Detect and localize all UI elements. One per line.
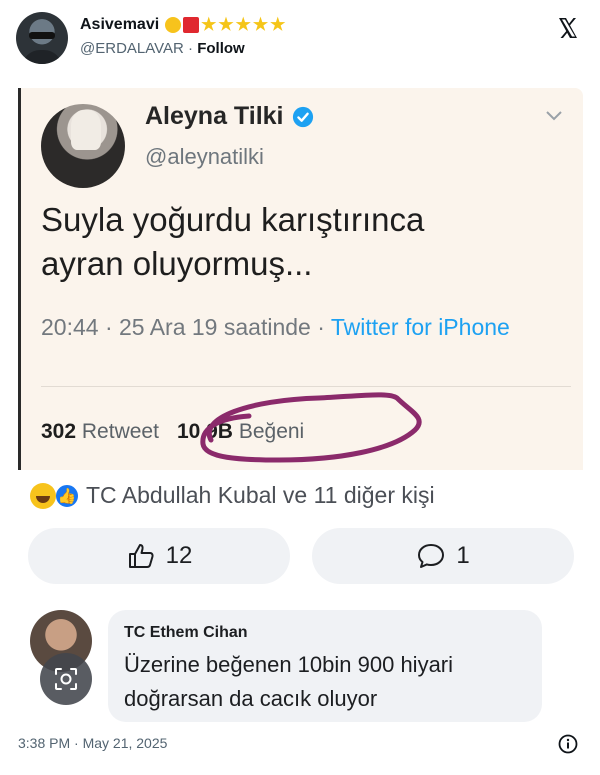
hand-drawn-circle-annotation <box>200 392 422 463</box>
comment-bubble-icon <box>418 544 445 568</box>
lens-button[interactable] <box>40 653 92 705</box>
star-icon: ★ <box>235 15 251 34</box>
author-avatar[interactable] <box>16 12 68 64</box>
retweet-label: Retweet <box>81 420 159 443</box>
tweet-header: Asivemavi ★ ★ ★ ★ ★ @ERDALAVAR · Follow <box>16 10 584 70</box>
like-count: 12 <box>165 542 193 569</box>
like-button[interactable]: 12 <box>28 528 290 584</box>
info-icon[interactable] <box>558 734 578 754</box>
reaction-summary-text: TC Abdullah Kubal ve 11 diğer kişi <box>86 482 435 508</box>
embedded-screenshot[interactable]: Aleyna Tilki @aleynatilki Suyla yoğurdu … <box>18 88 583 722</box>
like-thumb-icon <box>128 544 154 568</box>
author-name-row[interactable]: Asivemavi ★ ★ ★ ★ ★ <box>80 16 285 34</box>
reaction-summary[interactable]: 👍 TC Abdullah Kubal ve 11 diğer kişi <box>30 482 435 509</box>
comment-text-line: Üzerine beğenen 10bin 900 hiyari <box>124 652 454 677</box>
inner-author-handle: @aleynatilki <box>145 144 264 169</box>
like-reaction-icon: 👍 <box>54 482 80 509</box>
name-emoji-badges: ★ ★ ★ ★ ★ <box>165 15 286 34</box>
inner-tweet-time: 20:44 · 25 Ara 19 saatinde · <box>41 314 331 340</box>
comment-button[interactable]: 1 <box>312 528 574 584</box>
star-icon: ★ <box>218 15 234 34</box>
tweet-timestamp[interactable]: 3:38 PM · May 21, 2025 <box>18 735 167 751</box>
red-square-icon <box>183 17 200 33</box>
handle-separator: · <box>183 40 198 57</box>
follow-button[interactable]: Follow <box>197 40 245 57</box>
inner-author-name-row: Aleyna Tilki <box>145 102 314 131</box>
author-handle-row: @ERDALAVAR · Follow <box>80 40 245 57</box>
inner-tweet-meta: 20:44 · 25 Ara 19 saatinde · Twitter for… <box>41 310 561 344</box>
inner-author-name: Aleyna Tilki <box>145 102 284 130</box>
inner-tweet-text-line: Suyla yoğurdu karıştırınca <box>41 201 425 238</box>
haha-reaction-icon <box>30 482 56 509</box>
inner-tweet-text: Suyla yoğurdu karıştırınca ayran oluyorm… <box>41 198 561 286</box>
retweet-stat: 302 Retweet <box>41 420 159 444</box>
verified-badge-icon <box>292 106 313 127</box>
comment-text: Üzerine beğenen 10bin 900 hiyari doğrars… <box>124 648 526 716</box>
x-logo-icon[interactable] <box>556 16 580 40</box>
chevron-down-icon <box>546 111 562 121</box>
comment-text-line: doğrarsan da cacık oluyor <box>124 686 378 711</box>
author-name[interactable]: Asivemavi <box>80 16 159 34</box>
star-icon: ★ <box>270 15 286 34</box>
inner-tweet-text-line: ayran oluyormuş... <box>41 245 313 282</box>
retweet-count: 302 <box>41 420 77 443</box>
inner-tweet-source: Twitter for iPhone <box>330 314 510 340</box>
yellow-circle-icon <box>165 17 182 33</box>
inner-author-avatar <box>41 104 125 188</box>
star-icon: ★ <box>201 15 217 34</box>
star-icon: ★ <box>252 15 269 34</box>
comment-bubble: TC Ethem Cihan Üzerine beğenen 10bin 900… <box>108 610 542 722</box>
inner-tweet-card: Aleyna Tilki @aleynatilki Suyla yoğurdu … <box>18 88 583 470</box>
comment-count: 1 <box>456 542 470 569</box>
comment-author: TC Ethem Cihan <box>124 624 248 641</box>
lens-icon <box>55 668 77 690</box>
author-handle[interactable]: @ERDALAVAR <box>80 40 184 57</box>
